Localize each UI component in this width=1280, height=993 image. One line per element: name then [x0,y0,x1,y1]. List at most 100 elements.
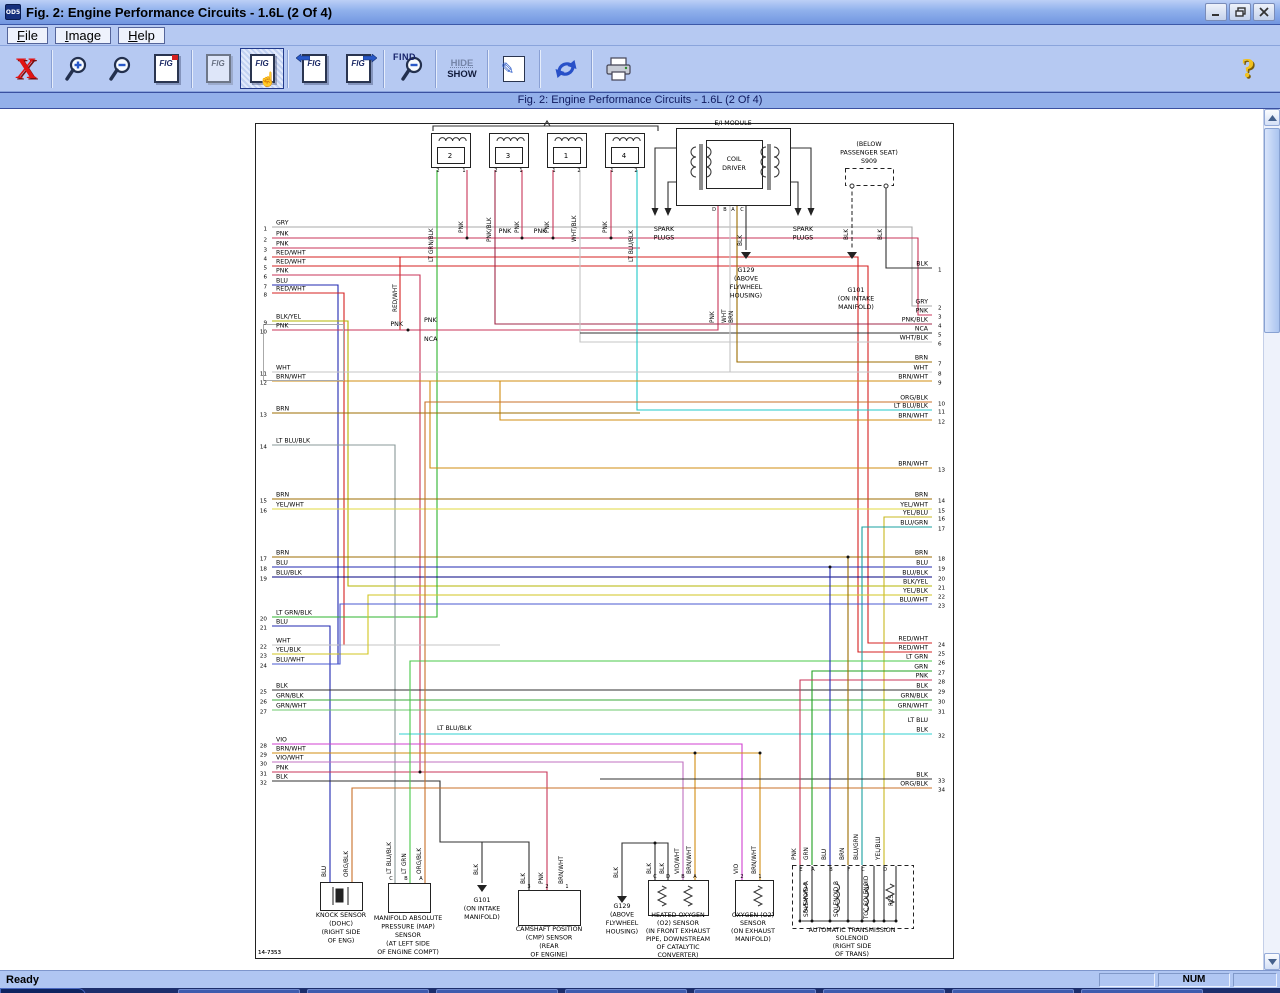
svg-text:31: 31 [938,710,946,716]
chevron-down-icon [1268,959,1277,965]
svg-text:LT GRN: LT GRN [906,654,928,661]
svg-text:BLK: BLK [844,229,850,240]
svg-text:GRY: GRY [916,299,929,306]
svg-text:OXYGEN (O2): OXYGEN (O2) [732,912,774,919]
figure-window-button[interactable]: FIG [144,48,188,89]
svg-text:BRN/WHT: BRN/WHT [898,413,928,420]
svg-text:PNK: PNK [916,673,929,680]
svg-text:19: 19 [260,577,268,583]
window-title: Fig. 2: Engine Performance Circuits - 1.… [26,5,1203,20]
svg-text:PRESSURE (MAP): PRESSURE (MAP) [381,924,435,931]
svg-text:WHT: WHT [276,638,291,645]
svg-text:OF ENGINE): OF ENGINE) [530,952,567,959]
svg-text:28: 28 [938,680,946,686]
svg-text:24: 24 [260,664,268,670]
svg-text:16: 16 [938,517,946,523]
svg-text:29: 29 [938,690,946,696]
figure-page-icon: FIG [206,54,231,83]
svg-text:RED/WHT: RED/WHT [898,645,928,652]
svg-text:PNK: PNK [916,308,929,315]
next-figure-button[interactable]: FIG [336,48,380,89]
taskbar-button[interactable] [823,989,945,993]
content-area: 1GRY2PNK3PNK4RED/WHT5RED/WHT6PNK7BLU8RED… [0,109,1280,970]
svg-text:FLYWHEEL: FLYWHEEL [730,284,763,291]
coil-symbols [439,138,894,912]
print-button[interactable] [596,48,640,89]
menu-item-image[interactable]: Image [55,27,111,44]
svg-text:12: 12 [260,381,267,387]
taskbar-button[interactable] [436,989,558,993]
taskbar-button[interactable] [178,989,300,993]
help-icon: ? [1241,55,1255,82]
taskbar-button[interactable] [1081,989,1203,993]
zoom-in-button[interactable] [56,48,100,89]
start-button[interactable] [0,988,86,993]
figure-select-button[interactable]: FIG☝ [240,48,284,89]
svg-text:BLU: BLU [276,619,288,626]
hide-show-button[interactable]: HIDESHOW [440,48,484,89]
scroll-up-button[interactable] [1264,109,1280,126]
svg-text:LT BLU/BLK: LT BLU/BLK [894,403,929,410]
taskbar-button[interactable] [694,989,816,993]
toolbar-separator [287,50,289,88]
minimize-button[interactable] [1205,3,1227,21]
svg-text:LT BLU: LT BLU [908,717,928,724]
figure-list-button[interactable]: FIG [196,48,240,89]
restore-button[interactable] [1229,3,1251,21]
svg-text:A: A [731,207,735,213]
svg-text:26: 26 [938,661,946,667]
svg-text:LT BLU/BLK: LT BLU/BLK [276,438,311,445]
taskbar-button[interactable] [307,989,429,993]
svg-text:GRN/WHT: GRN/WHT [898,703,929,710]
vertical-scrollbar[interactable] [1263,109,1280,970]
menu-item-help[interactable]: Help [118,27,165,44]
scrollbar-track[interactable] [1264,126,1280,953]
menu-bar: File Image Help [0,25,1280,46]
svg-text:23: 23 [938,604,946,610]
svg-text:25: 25 [938,652,946,658]
svg-text:(RIGHT SIDE: (RIGHT SIDE [833,943,872,950]
svg-text:PNK: PNK [499,228,513,235]
wiring-diagram: 1GRY2PNK3PNK4RED/WHT5RED/WHT6PNK7BLU8RED… [0,109,1263,970]
scrollbar-thumb[interactable] [1264,128,1280,333]
toolbar-separator [539,50,541,88]
scroll-down-button[interactable] [1264,953,1280,970]
svg-text:2: 2 [634,168,637,174]
svg-text:26: 26 [260,700,268,706]
zoom-out-button[interactable] [100,48,144,89]
svg-text:WHT/BLK: WHT/BLK [572,215,578,242]
svg-text:21: 21 [260,626,268,632]
svg-text:1: 1 [938,268,942,274]
refresh-button[interactable] [544,48,588,89]
svg-text:BLU: BLU [276,560,288,567]
svg-text:2: 2 [263,238,267,244]
application-window: OD5 Fig. 2: Engine Performance Circuits … [0,0,1280,993]
taskbar-button[interactable] [952,989,1074,993]
svg-text:32: 32 [260,781,267,787]
menu-item-file[interactable]: File [7,27,48,44]
svg-text:DRIVER: DRIVER [722,165,746,172]
svg-text:SOLENOID: SOLENOID [836,935,869,942]
close-icon [1259,7,1269,17]
svg-text:(ON INTAKE: (ON INTAKE [464,906,500,913]
wires [272,121,932,921]
figure-dot-icon [172,55,178,60]
svg-text:RED/WHT: RED/WHT [276,250,306,257]
status-panel-1 [1099,973,1155,987]
refresh-icon [551,54,581,84]
svg-text:GRN/BLK: GRN/BLK [276,693,304,700]
annotate-button[interactable]: ✎ [492,48,536,89]
close-button[interactable] [1253,3,1275,21]
close-figure-button[interactable]: X [4,48,48,89]
svg-text:PNK/BLK: PNK/BLK [902,317,929,324]
taskbar-button[interactable] [565,989,687,993]
previous-figure-button[interactable]: FIG [292,48,336,89]
svg-text:OF ENGINE COMPT): OF ENGINE COMPT) [377,949,439,956]
svg-text:15: 15 [260,499,268,505]
svg-text:E: E [799,867,802,873]
svg-text:B: B [829,867,833,873]
svg-text:BLU/GRN: BLU/GRN [900,520,928,527]
minimize-icon [1211,8,1221,17]
help-button[interactable]: ? [1226,48,1270,89]
find-button[interactable]: FIND [388,48,432,89]
